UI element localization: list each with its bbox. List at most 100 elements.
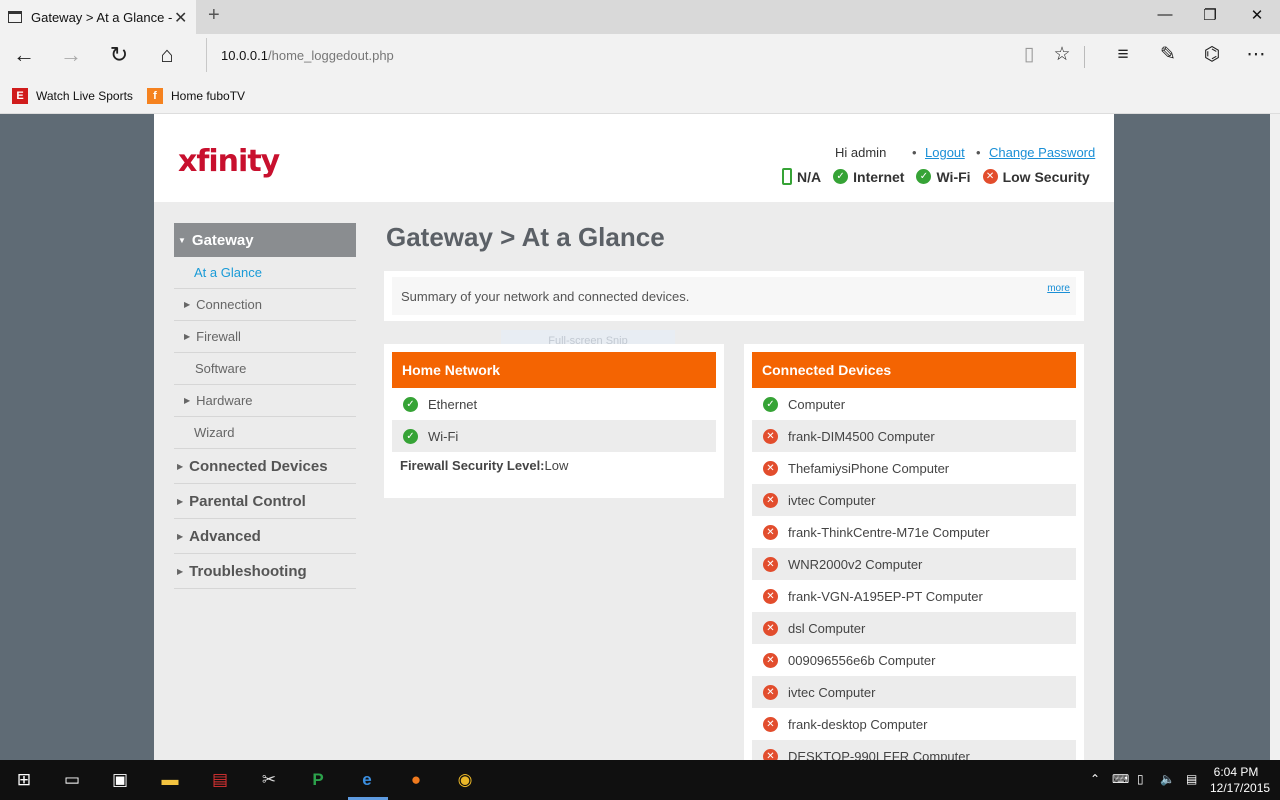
file-explorer-icon[interactable]: ▬ <box>157 768 183 792</box>
refresh-icon[interactable]: ↻ <box>106 42 132 68</box>
input-method-icon[interactable]: ⌨ <box>1112 772 1129 786</box>
check-icon: ✓ <box>916 169 932 184</box>
close-window-icon[interactable]: ✕ <box>1247 6 1267 24</box>
sidebar-label: Wizard <box>194 425 235 440</box>
device-label: Computer <box>788 396 846 412</box>
show-hidden-icons[interactable]: ⌃ <box>1090 772 1100 786</box>
sidebar-item-gateway[interactable]: ▼ Gateway <box>174 223 356 257</box>
edge-icon[interactable]: e <box>354 768 380 792</box>
snipping-tool-icon[interactable]: ✂ <box>256 768 282 792</box>
close-tab-icon[interactable]: ✕ <box>174 8 187 28</box>
forward-icon[interactable]: → <box>58 42 84 68</box>
firefox-icon[interactable]: ● <box>403 768 429 792</box>
caret-right-icon: ▶ <box>184 396 191 405</box>
new-tab-button[interactable]: + <box>208 4 220 27</box>
device-row: ✕ frank-VGN-A195EP-PT Computer <box>752 580 1076 612</box>
device-row: ✕ frank-desktop Computer <box>752 708 1076 740</box>
device-row: ✕ dsl Computer <box>752 612 1076 644</box>
more-options-icon[interactable]: ⋯ <box>1244 43 1268 67</box>
network-icon[interactable]: ▯ <box>1137 772 1144 786</box>
device-label: 009096556e6b Computer <box>788 652 936 668</box>
notifications-icon[interactable]: ▤ <box>1186 772 1197 786</box>
sidebar-nav: ▼ Gateway At a Glance ▶ Connection ▶ Firewa… <box>174 223 356 589</box>
status-security: ✕ Low Security <box>982 168 1090 185</box>
check-icon: ✓ <box>403 428 418 444</box>
toolbar-divider <box>1084 46 1085 68</box>
reading-view-icon[interactable]: ▯ <box>1017 43 1041 67</box>
task-view-icon[interactable]: ▭ <box>59 768 85 792</box>
xfinity-logo[interactable]: xfinity <box>178 144 280 179</box>
device-label: WNR2000v2 Computer <box>788 556 923 572</box>
device-label: ivtec Computer <box>788 684 876 700</box>
x-icon: ✕ <box>763 524 778 540</box>
caret-right-icon: ▶ <box>177 496 184 506</box>
web-note-icon[interactable]: ✎ <box>1156 43 1180 67</box>
hub-icon[interactable]: ≡ <box>1111 43 1135 67</box>
sidebar-item-firewall[interactable]: ▶ Firewall <box>174 321 356 353</box>
windows-start-icon[interactable]: ⊞ <box>11 768 37 792</box>
store-icon[interactable]: ▣ <box>107 768 133 792</box>
device-label: frank-DIM4500 Computer <box>788 428 935 444</box>
device-row: ✕ frank-ThinkCentre-M71e Computer <box>752 516 1076 548</box>
sidebar-item-connected-devices[interactable]: ▶ Connected Devices <box>174 449 356 484</box>
x-icon: ✕ <box>763 652 778 668</box>
x-icon: ✕ <box>763 748 778 760</box>
share-icon[interactable]: ⌬ <box>1200 43 1224 67</box>
back-icon[interactable]: ← <box>11 42 37 68</box>
page-scrollbar[interactable] <box>1270 114 1280 760</box>
home-icon[interactable]: ⌂ <box>154 42 180 68</box>
sidebar-label: Connected Devices <box>189 457 328 475</box>
status-label: Wi-Fi <box>936 168 971 185</box>
device-label: frank-desktop Computer <box>788 716 928 732</box>
chrome-icon[interactable]: ◉ <box>452 768 478 792</box>
sidebar-item-at-a-glance[interactable]: At a Glance <box>174 257 356 289</box>
favorite-fubotv[interactable]: f Home fuboTV <box>147 88 245 104</box>
network-label: Ethernet <box>428 396 478 412</box>
favorite-star-icon[interactable]: ☆ <box>1050 43 1074 67</box>
p-app-icon[interactable]: P <box>305 768 331 792</box>
summary-box: Summary of your network and connected de… <box>384 271 1084 321</box>
page-icon <box>8 11 22 23</box>
sidebar-label: Gateway <box>191 231 254 249</box>
bullet: • <box>976 145 981 160</box>
sidebar-item-wizard[interactable]: Wizard <box>174 417 356 449</box>
pdf-app-icon[interactable]: ▤ <box>207 768 233 792</box>
status-label: Low Security <box>1002 168 1090 185</box>
browser-tab[interactable]: Gateway > At a Glance - ✕ <box>0 0 196 34</box>
more-link[interactable]: more <box>1047 283 1070 294</box>
greeting-text: Hi admin <box>835 145 887 160</box>
sidebar-item-parental-control[interactable]: ▶ Parental Control <box>174 484 356 519</box>
favorite-label: Watch Live Sports <box>36 89 133 103</box>
url-host: 10.0.0.1 <box>221 47 268 63</box>
sidebar-label: Firewall <box>196 329 241 344</box>
system-clock[interactable]: 6:04 PM 12/17/2015 <box>1210 764 1270 796</box>
caret-right-icon: ▶ <box>177 461 184 471</box>
x-icon: ✕ <box>763 428 778 444</box>
device-label: DESKTOP-990LEFR Computer <box>788 748 970 761</box>
volume-icon[interactable]: 🔈 <box>1160 772 1175 786</box>
x-icon: ✕ <box>763 684 778 700</box>
check-icon: ✓ <box>833 169 849 184</box>
sidebar-item-troubleshooting[interactable]: ▶ Troubleshooting <box>174 554 356 589</box>
favorite-watch-live-sports[interactable]: E Watch Live Sports <box>12 88 133 104</box>
status-wifi: ✓ Wi-Fi <box>916 168 971 185</box>
summary-inner: Summary of your network and connected de… <box>392 277 1076 315</box>
navigation-bar: ← → ↻ ⌂ 10.0.0.1/home_loggedout.php ▯ ☆ … <box>0 34 1280 76</box>
status-battery: N/A <box>782 168 821 185</box>
sidebar-item-hardware[interactable]: ▶ Hardware <box>174 385 356 417</box>
restore-icon[interactable]: ❐ <box>1200 6 1220 24</box>
sidebar-label: At a Glance <box>194 265 262 280</box>
title-bar: Gateway > At a Glance - ✕ + — ❐ ✕ <box>0 0 1280 34</box>
x-icon: ✕ <box>763 556 778 572</box>
address-bar[interactable]: 10.0.0.1/home_loggedout.php <box>206 38 996 72</box>
sidebar-item-software[interactable]: Software <box>174 353 356 385</box>
logout-link[interactable]: Logout <box>925 145 965 160</box>
device-row: ✕ frank-DIM4500 Computer <box>752 420 1076 452</box>
change-password-link[interactable]: Change Password <box>989 145 1095 160</box>
minimize-icon[interactable]: — <box>1155 6 1175 23</box>
clock-time: 6:04 PM <box>1213 765 1259 779</box>
sidebar-item-connection[interactable]: ▶ Connection <box>174 289 356 321</box>
sidebar-item-advanced[interactable]: ▶ Advanced <box>174 519 356 554</box>
status-bar: N/A ✓ Internet ✓ Wi-Fi ✕ Low Security <box>782 168 1090 185</box>
device-row: ✕ 009096556e6b Computer <box>752 644 1076 676</box>
